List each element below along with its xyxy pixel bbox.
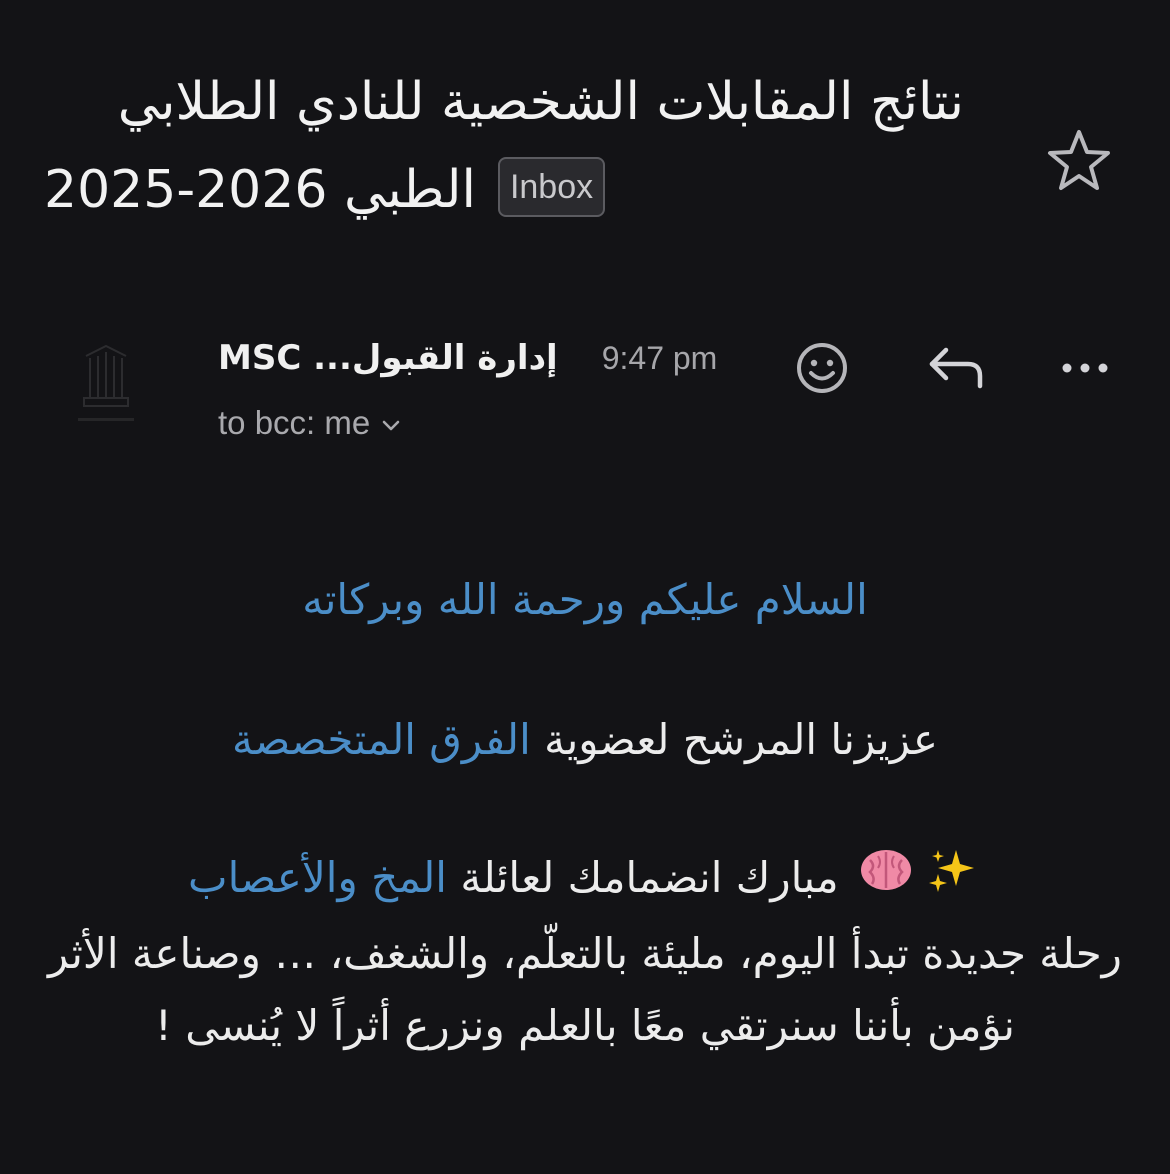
sender-avatar xyxy=(70,340,142,432)
smiley-icon[interactable] xyxy=(794,340,850,396)
subject-line-2: 2025-2026 الطبي Inbox xyxy=(44,146,964,234)
salutation-text: عزيزنا المرشح لعضوية xyxy=(530,715,938,764)
email-body: السلام عليكم ورحمة الله وبركاته عزيزنا ا… xyxy=(40,560,1130,1062)
subject-word: الطبي xyxy=(343,160,476,220)
greeting-text: السلام عليكم ورحمة الله وبركاته xyxy=(302,575,868,624)
chevron-down-icon xyxy=(380,404,402,442)
subject-line-1: نتائج المقابلات الشخصية للنادي الطلابي xyxy=(117,72,964,132)
subject-year: 2025-2026 xyxy=(44,160,328,220)
recipients-toggle[interactable]: to bcc: me xyxy=(218,404,402,442)
brain-emoji xyxy=(858,846,914,918)
salutation-paragraph: عزيزنا المرشح لعضوية الفرق المتخصصة xyxy=(40,700,1130,780)
inbox-label-badge[interactable]: Inbox xyxy=(497,157,606,217)
email-subject: نتائج المقابلات الشخصية للنادي الطلابي 2… xyxy=(44,58,964,234)
star-icon[interactable] xyxy=(1046,128,1112,192)
recipients-text: to bcc: me xyxy=(218,404,371,441)
sender-name[interactable]: إدارة القبول... MSC xyxy=(218,338,558,378)
salutation-highlight[interactable]: الفرق المتخصصة xyxy=(232,715,531,764)
congrats-paragraph: مبارك انضمامك لعائلة المخ والأعصاب xyxy=(40,842,1130,918)
sparkles-emoji xyxy=(926,846,976,918)
sent-time: 9:47 pm xyxy=(601,339,718,376)
congrats-text: مبارك انضمامك لعائلة xyxy=(446,853,839,902)
belief-text: نؤمن بأننا سنرتقي معًا بالعلم ونزرع أثرا… xyxy=(155,1001,1015,1050)
reply-arrow-icon[interactable] xyxy=(924,342,986,394)
sender-row: إدارة القبول... MSC 9:47 pm xyxy=(218,330,717,386)
journey-text: رحلة جديدة تبدأ اليوم، مليئة بالتعلّم، و… xyxy=(48,929,1122,978)
congrats-highlight[interactable]: المخ والأعصاب xyxy=(188,853,447,902)
ellipsis-icon[interactable] xyxy=(1058,354,1112,382)
